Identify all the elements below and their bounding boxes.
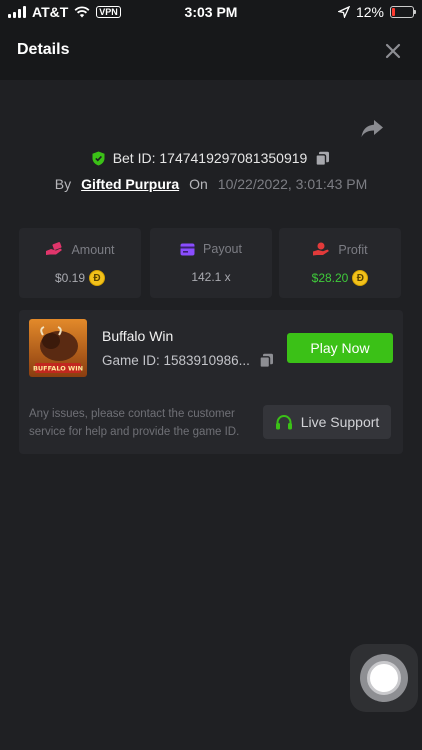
game-id-text: Game ID: 1583910986... (102, 353, 250, 368)
copy-bet-id-icon[interactable] (315, 151, 330, 166)
game-thumbnail-text: BUFFALO WIN (33, 365, 83, 373)
page-title: Details (17, 41, 70, 58)
bet-date: 10/22/2022, 3:01:43 PM (217, 176, 368, 192)
play-now-button[interactable]: Play Now (287, 333, 393, 363)
profit-label: Profit (338, 242, 368, 257)
by-label: By (54, 176, 72, 192)
close-icon[interactable] (382, 40, 404, 62)
user-link[interactable]: Gifted Purpura (81, 176, 179, 192)
battery-icon (390, 6, 416, 18)
on-label: On (189, 176, 208, 192)
assistive-touch-button[interactable] (350, 644, 418, 712)
doge-coin-icon: Ð (89, 270, 106, 286)
bet-id-row: Bet ID: 1747419297081350919 (0, 150, 422, 166)
bet-meta-row: By Gifted Purpura On 10/22/2022, 3:01:43… (0, 176, 422, 192)
copy-game-id-icon[interactable] (259, 353, 274, 368)
payout-card: Payout 142.1 x (150, 228, 272, 298)
hand-coin-icon (46, 242, 63, 255)
doge-coin-icon: Ð (352, 270, 369, 286)
game-id-row: Game ID: 1583910986... (102, 353, 274, 368)
profit-card: Profit $28.20 Ð (279, 228, 401, 298)
header: Details (0, 24, 422, 80)
profit-value: $28.20 (311, 271, 349, 285)
live-support-button[interactable]: Live Support (263, 405, 391, 439)
amount-value: $0.19 (54, 271, 86, 285)
payout-label: Payout (203, 242, 242, 256)
amount-card: Amount $0.19 Ð (19, 228, 141, 298)
amount-label: Amount (71, 242, 115, 257)
live-support-label: Live Support (300, 414, 380, 430)
support-info-text: Any issues, please contact the customer … (29, 408, 240, 438)
profit-hand-icon (313, 242, 330, 256)
verified-shield-icon (92, 151, 105, 165)
battery-percent: 12% (355, 4, 384, 20)
status-bar: AT&T VPN 3:03 PM 12% (0, 0, 422, 24)
location-arrow-icon (337, 6, 350, 18)
game-thumbnail[interactable]: BUFFALO WIN (29, 319, 87, 377)
bet-id-text: Bet ID: 1747419297081350919 (112, 150, 308, 166)
payout-value: 142.1 x (191, 270, 231, 284)
share-icon[interactable] (360, 117, 384, 139)
headset-icon (275, 414, 292, 429)
game-card: BUFFALO WIN Buffalo Win Game ID: 1583910… (19, 310, 403, 454)
game-name: Buffalo Win (102, 328, 174, 344)
card-icon (180, 243, 195, 255)
